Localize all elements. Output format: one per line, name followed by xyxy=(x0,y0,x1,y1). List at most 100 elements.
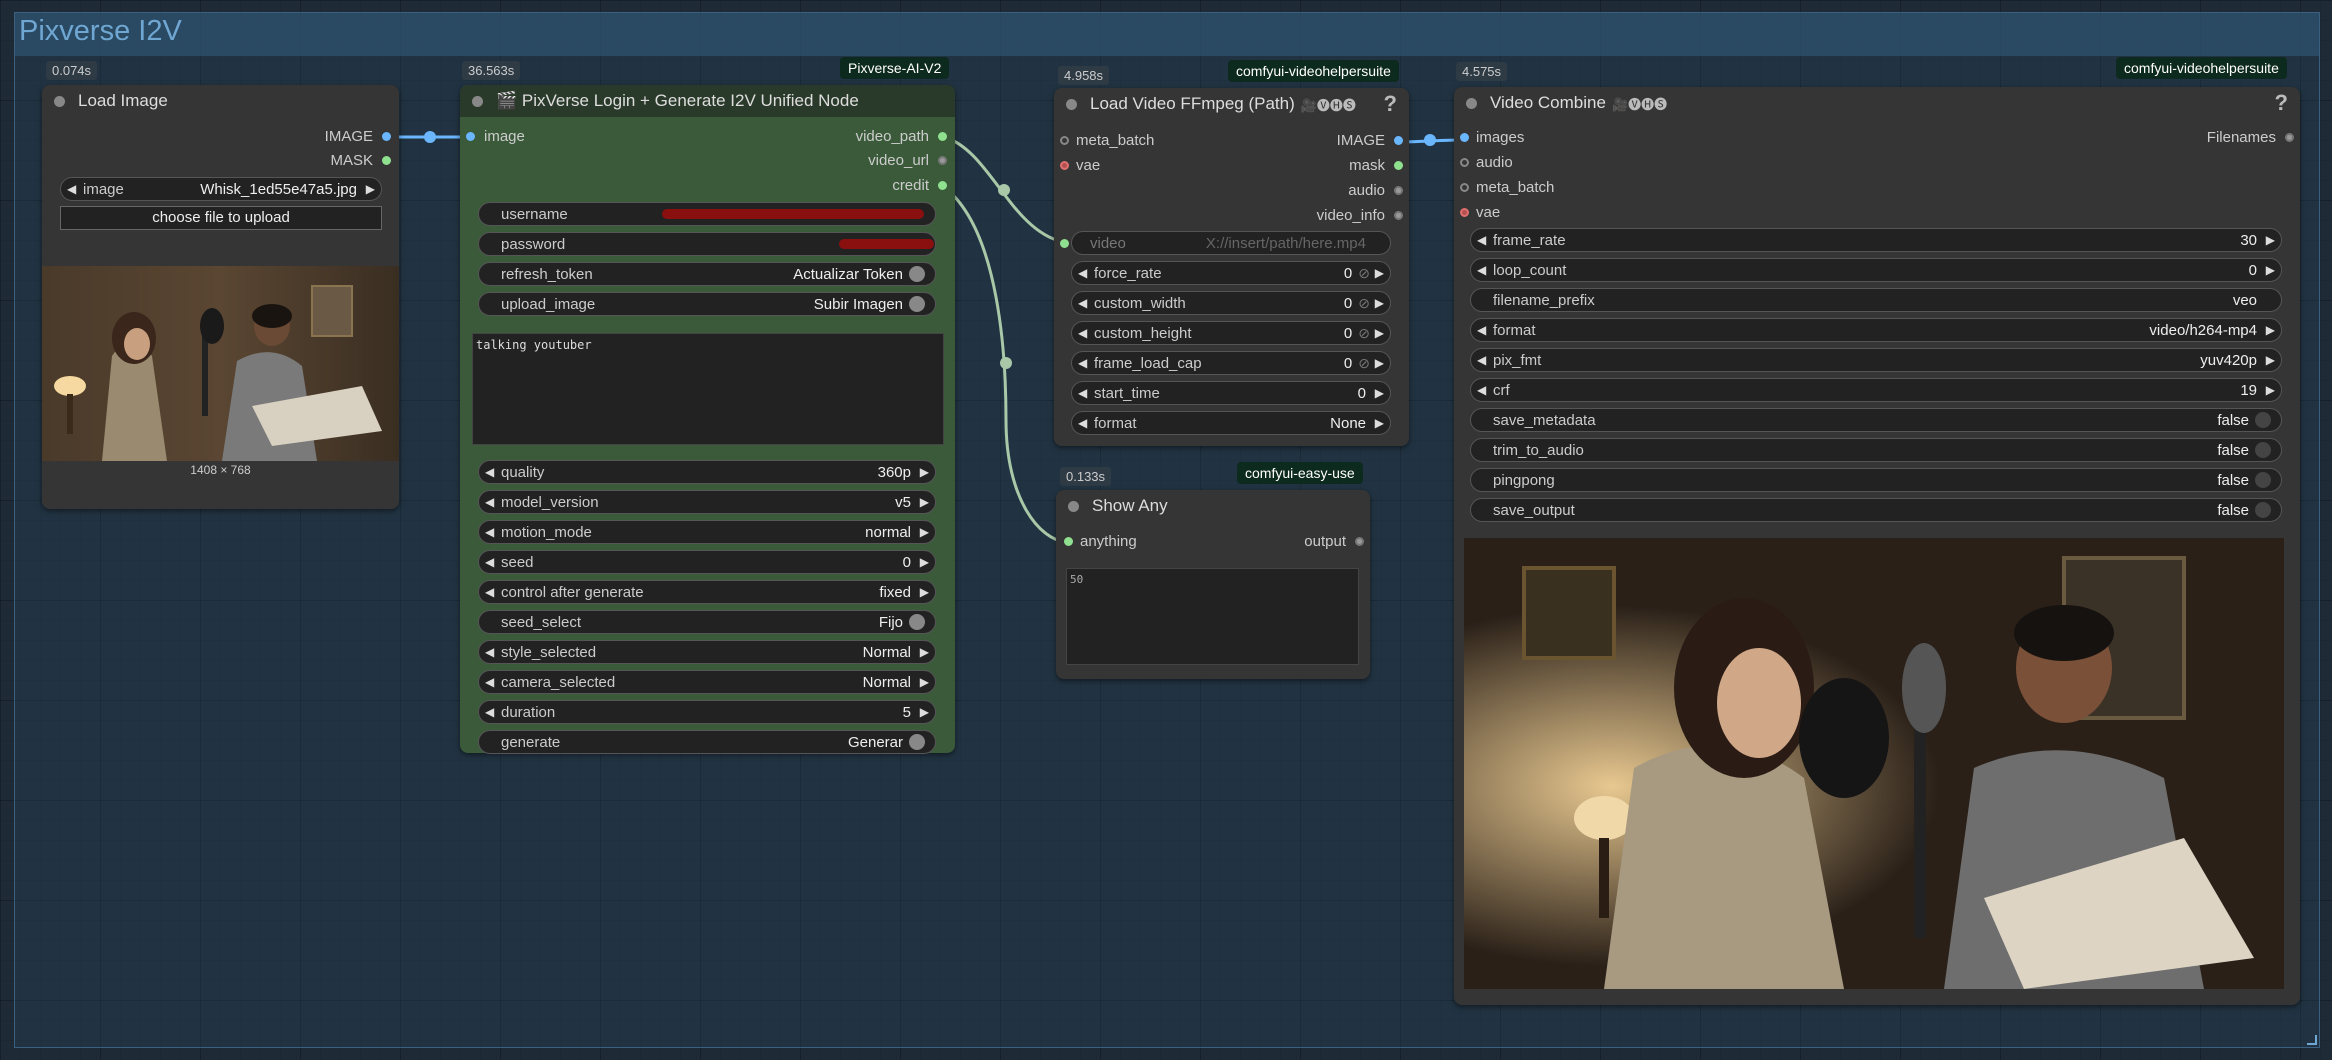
arrow-right-icon[interactable]: ▶ xyxy=(1375,386,1384,400)
password-field[interactable]: password xyxy=(478,232,936,256)
input-dot[interactable] xyxy=(1460,208,1469,217)
input-vae[interactable]: vae xyxy=(1460,204,1500,222)
arrow-left-icon[interactable]: ◀ xyxy=(1078,326,1087,340)
arrow-right-icon[interactable]: ▶ xyxy=(1375,326,1384,340)
pix-fmt-widget[interactable]: ◀ pix_fmt yuv420p ▶ xyxy=(1470,348,2282,372)
output-audio[interactable]: audio xyxy=(1348,182,1403,200)
arrow-left-icon[interactable]: ◀ xyxy=(1477,383,1486,397)
input-meta-batch[interactable]: meta_batch xyxy=(1460,179,1554,197)
arrow-left-icon[interactable]: ◀ xyxy=(1477,323,1486,337)
arrow-left-icon[interactable]: ◀ xyxy=(1078,356,1087,370)
loop-count-widget[interactable]: ◀ loop_count 0 ▶ xyxy=(1470,258,2282,282)
crf-widget[interactable]: ◀ crf 19 ▶ xyxy=(1470,378,2282,402)
input-vae[interactable]: vae xyxy=(1060,157,1100,175)
refresh-token-toggle[interactable]: refresh_token Actualizar Token xyxy=(478,262,936,286)
choose-file-button[interactable]: choose file to upload xyxy=(60,206,382,230)
save-metadata-widget[interactable]: save_metadata false xyxy=(1470,408,2282,432)
output-credit[interactable]: credit xyxy=(892,177,947,195)
arrow-right-icon[interactable]: ▶ xyxy=(2266,383,2275,397)
output-video-url[interactable]: video_url xyxy=(868,152,947,170)
output-dot[interactable] xyxy=(382,132,391,141)
output-dot[interactable] xyxy=(382,156,391,165)
arrow-right-icon[interactable]: ▶ xyxy=(2266,323,2275,337)
arrow-left-icon[interactable]: ◀ xyxy=(485,675,494,689)
input-image[interactable]: image xyxy=(466,128,525,146)
output-dot[interactable] xyxy=(1394,186,1403,195)
load-video-node[interactable]: Load Video FFmpeg (Path) 🎥🅥🅗🅢 ? meta_bat… xyxy=(1054,88,1409,446)
output-dot[interactable] xyxy=(1394,161,1403,170)
arrow-right-icon[interactable]: ▶ xyxy=(2266,353,2275,367)
toggle-knob[interactable] xyxy=(909,266,925,282)
control-after-generate-widget[interactable]: ◀ control after generate fixed ▶ xyxy=(478,580,936,604)
output-mask[interactable]: MASK xyxy=(330,152,391,170)
output-image[interactable]: IMAGE xyxy=(325,128,391,146)
custom-height-widget[interactable]: ◀ custom_height 0 ⊘ ▶ xyxy=(1071,321,1391,345)
arrow-right-icon[interactable]: ▶ xyxy=(920,465,929,479)
arrow-left-icon[interactable]: ◀ xyxy=(67,182,76,196)
arrow-left-icon[interactable]: ◀ xyxy=(1477,353,1486,367)
format-widget[interactable]: ◀ format None ▶ xyxy=(1071,411,1391,435)
load-video-title[interactable]: Load Video FFmpeg (Path) 🎥🅥🅗🅢 ? xyxy=(1054,88,1409,120)
arrow-left-icon[interactable]: ◀ xyxy=(485,705,494,719)
upload-image-toggle[interactable]: upload_image Subir Imagen xyxy=(478,292,936,316)
input-dot[interactable] xyxy=(466,132,475,141)
output-dot[interactable] xyxy=(2285,133,2294,142)
show-any-title[interactable]: Show Any xyxy=(1056,490,1370,522)
format-widget[interactable]: ◀ format video/h264-mp4 ▶ xyxy=(1470,318,2282,342)
force-rate-widget[interactable]: ◀ force_rate 0 ⊘ ▶ xyxy=(1071,261,1391,285)
collapse-dot[interactable] xyxy=(54,96,65,107)
output-image[interactable]: IMAGE xyxy=(1337,132,1403,150)
arrow-right-icon[interactable]: ▶ xyxy=(920,555,929,569)
arrow-right-icon[interactable]: ▶ xyxy=(920,675,929,689)
save-output-widget[interactable]: save_output false xyxy=(1470,498,2282,522)
arrow-left-icon[interactable]: ◀ xyxy=(485,465,494,479)
collapse-dot[interactable] xyxy=(472,96,483,107)
help-icon[interactable]: ? xyxy=(2275,90,2288,116)
output-dot[interactable] xyxy=(1355,537,1364,546)
arrow-left-icon[interactable]: ◀ xyxy=(485,525,494,539)
output-filenames[interactable]: Filenames xyxy=(2207,129,2294,147)
quality-widget[interactable]: ◀ quality 360p ▶ xyxy=(478,460,936,484)
prompt-textarea[interactable]: talking youtuber xyxy=(472,333,944,445)
arrow-right-icon[interactable]: ▶ xyxy=(920,705,929,719)
output-video-info[interactable]: video_info xyxy=(1317,207,1403,225)
output-dot[interactable] xyxy=(938,156,947,165)
video-preview[interactable] xyxy=(1464,538,2284,989)
help-icon[interactable]: ? xyxy=(1384,91,1397,117)
input-meta-batch[interactable]: meta_batch xyxy=(1060,132,1154,150)
show-any-textarea[interactable]: 50 xyxy=(1066,568,1359,665)
username-field[interactable]: username xyxy=(478,202,936,226)
video-path-input[interactable]: video X://insert/path/here.mp4 xyxy=(1060,231,1391,255)
input-dot[interactable] xyxy=(1460,133,1469,142)
toggle-knob[interactable] xyxy=(2255,412,2271,428)
arrow-left-icon[interactable]: ◀ xyxy=(1477,263,1486,277)
arrow-right-icon[interactable]: ▶ xyxy=(2266,233,2275,247)
seed-widget[interactable]: ◀ seed 0 ▶ xyxy=(478,550,936,574)
output-dot[interactable] xyxy=(938,132,947,141)
camera-selected-widget[interactable]: ◀ camera_selected Normal ▶ xyxy=(478,670,936,694)
arrow-left-icon[interactable]: ◀ xyxy=(1078,416,1087,430)
arrow-right-icon[interactable]: ▶ xyxy=(1375,266,1384,280)
model-version-widget[interactable]: ◀ model_version v5 ▶ xyxy=(478,490,936,514)
toggle-knob[interactable] xyxy=(2255,442,2271,458)
arrow-left-icon[interactable]: ◀ xyxy=(485,555,494,569)
collapse-dot[interactable] xyxy=(1068,501,1079,512)
toggle-knob[interactable] xyxy=(2255,502,2271,518)
show-any-node[interactable]: Show Any anything output 50 xyxy=(1056,490,1370,679)
arrow-left-icon[interactable]: ◀ xyxy=(1477,233,1486,247)
duration-widget[interactable]: ◀ duration 5 ▶ xyxy=(478,700,936,724)
arrow-right-icon[interactable]: ▶ xyxy=(920,525,929,539)
arrow-left-icon[interactable]: ◀ xyxy=(485,495,494,509)
arrow-right-icon[interactable]: ▶ xyxy=(1375,296,1384,310)
style-selected-widget[interactable]: ◀ style_selected Normal ▶ xyxy=(478,640,936,664)
arrow-left-icon[interactable]: ◀ xyxy=(485,585,494,599)
custom-width-widget[interactable]: ◀ custom_width 0 ⊘ ▶ xyxy=(1071,291,1391,315)
pingpong-widget[interactable]: pingpong false xyxy=(1470,468,2282,492)
arrow-right-icon[interactable]: ▶ xyxy=(920,645,929,659)
generate-widget[interactable]: generate Generar xyxy=(478,730,936,754)
output-video-path[interactable]: video_path xyxy=(856,128,947,146)
arrow-right-icon[interactable]: ▶ xyxy=(920,585,929,599)
input-dot[interactable] xyxy=(1060,136,1069,145)
arrow-left-icon[interactable]: ◀ xyxy=(485,645,494,659)
load-image-title[interactable]: Load Image xyxy=(42,85,399,117)
